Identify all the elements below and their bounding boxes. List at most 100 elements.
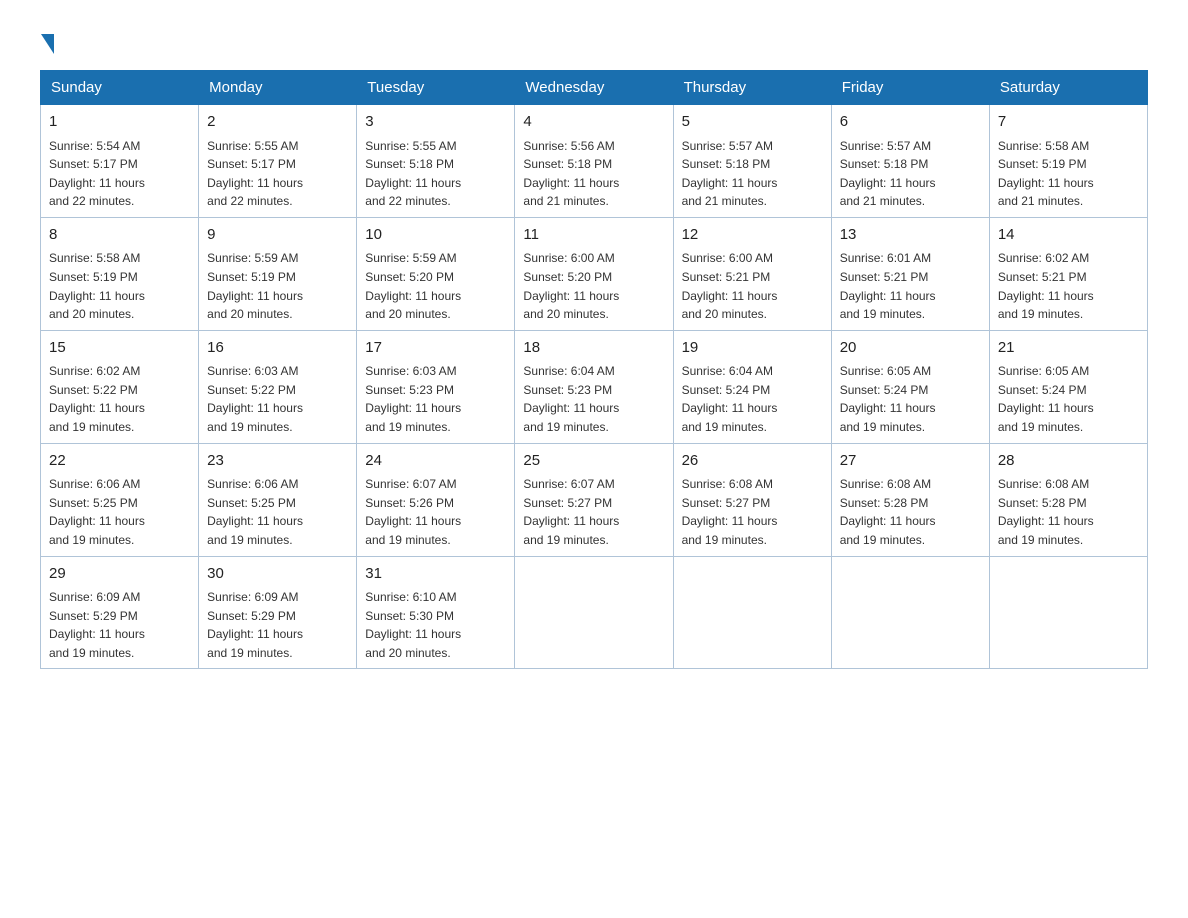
day-info: Sunrise: 6:07 AMSunset: 5:26 PMDaylight:… [365, 475, 506, 549]
day-number: 17 [365, 337, 506, 360]
day-info: Sunrise: 6:05 AMSunset: 5:24 PMDaylight:… [998, 362, 1139, 436]
day-info: Sunrise: 6:09 AMSunset: 5:29 PMDaylight:… [207, 588, 348, 662]
day-info: Sunrise: 6:08 AMSunset: 5:28 PMDaylight:… [998, 475, 1139, 549]
calendar-cell: 9Sunrise: 5:59 AMSunset: 5:19 PMDaylight… [199, 217, 357, 330]
day-info: Sunrise: 5:59 AMSunset: 5:19 PMDaylight:… [207, 249, 348, 323]
day-info: Sunrise: 6:08 AMSunset: 5:27 PMDaylight:… [682, 475, 823, 549]
logo [40, 30, 54, 50]
day-number: 24 [365, 450, 506, 473]
day-info: Sunrise: 6:03 AMSunset: 5:23 PMDaylight:… [365, 362, 506, 436]
calendar-cell: 4 Sunrise: 5:56 AMSunset: 5:18 PMDaylight… [515, 105, 673, 218]
calendar-cell: 12Sunrise: 6:00 AMSunset: 5:21 PMDayligh… [673, 217, 831, 330]
calendar-cell: 27Sunrise: 6:08 AMSunset: 5:28 PMDayligh… [831, 443, 989, 556]
day-number: 27 [840, 450, 981, 473]
calendar-cell: 22Sunrise: 6:06 AMSunset: 5:25 PMDayligh… [41, 443, 199, 556]
day-info: Sunrise: 5:54 AMSunset: 5:17 PMDaylight:… [49, 137, 190, 211]
day-number: 28 [998, 450, 1139, 473]
day-info: Sunrise: 6:04 AMSunset: 5:24 PMDaylight:… [682, 362, 823, 436]
calendar-header-tuesday: Tuesday [357, 71, 515, 105]
day-number: 13 [840, 224, 981, 247]
calendar-cell: 19Sunrise: 6:04 AMSunset: 5:24 PMDayligh… [673, 330, 831, 443]
day-info: Sunrise: 5:55 AMSunset: 5:18 PMDaylight:… [365, 137, 506, 211]
day-number: 31 [365, 563, 506, 586]
calendar-cell: 10Sunrise: 5:59 AMSunset: 5:20 PMDayligh… [357, 217, 515, 330]
calendar-cell: 3 Sunrise: 5:55 AMSunset: 5:18 PMDaylight… [357, 105, 515, 218]
day-number: 21 [998, 337, 1139, 360]
calendar-cell: 29Sunrise: 6:09 AMSunset: 5:29 PMDayligh… [41, 556, 199, 669]
day-number: 6 [840, 111, 981, 134]
calendar-cell: 21Sunrise: 6:05 AMSunset: 5:24 PMDayligh… [989, 330, 1147, 443]
day-number: 22 [49, 450, 190, 473]
day-info: Sunrise: 6:01 AMSunset: 5:21 PMDaylight:… [840, 249, 981, 323]
day-number: 2 [207, 111, 348, 134]
calendar-header-saturday: Saturday [989, 71, 1147, 105]
calendar-week-row: 15Sunrise: 6:02 AMSunset: 5:22 PMDayligh… [41, 330, 1148, 443]
calendar-cell: 30Sunrise: 6:09 AMSunset: 5:29 PMDayligh… [199, 556, 357, 669]
calendar-header-wednesday: Wednesday [515, 71, 673, 105]
calendar-header-row: SundayMondayTuesdayWednesdayThursdayFrid… [41, 71, 1148, 105]
day-number: 5 [682, 111, 823, 134]
day-info: Sunrise: 5:57 AMSunset: 5:18 PMDaylight:… [840, 137, 981, 211]
day-number: 3 [365, 111, 506, 134]
logo-arrow-icon [41, 34, 54, 54]
day-info: Sunrise: 6:02 AMSunset: 5:22 PMDaylight:… [49, 362, 190, 436]
calendar-cell [989, 556, 1147, 669]
day-info: Sunrise: 5:58 AMSunset: 5:19 PMDaylight:… [998, 137, 1139, 211]
calendar-cell: 23Sunrise: 6:06 AMSunset: 5:25 PMDayligh… [199, 443, 357, 556]
day-info: Sunrise: 5:56 AMSunset: 5:18 PMDaylight:… [523, 137, 664, 211]
calendar-cell: 2 Sunrise: 5:55 AMSunset: 5:17 PMDaylight… [199, 105, 357, 218]
calendar-cell: 8Sunrise: 5:58 AMSunset: 5:19 PMDaylight… [41, 217, 199, 330]
day-number: 16 [207, 337, 348, 360]
calendar-cell: 25Sunrise: 6:07 AMSunset: 5:27 PMDayligh… [515, 443, 673, 556]
calendar-cell: 20Sunrise: 6:05 AMSunset: 5:24 PMDayligh… [831, 330, 989, 443]
calendar-cell: 26Sunrise: 6:08 AMSunset: 5:27 PMDayligh… [673, 443, 831, 556]
calendar-cell: 5 Sunrise: 5:57 AMSunset: 5:18 PMDaylight… [673, 105, 831, 218]
day-info: Sunrise: 5:59 AMSunset: 5:20 PMDaylight:… [365, 249, 506, 323]
day-number: 25 [523, 450, 664, 473]
calendar-cell: 1Sunrise: 5:54 AMSunset: 5:17 PMDaylight… [41, 105, 199, 218]
day-info: Sunrise: 6:06 AMSunset: 5:25 PMDaylight:… [49, 475, 190, 549]
calendar-header-thursday: Thursday [673, 71, 831, 105]
day-number: 9 [207, 224, 348, 247]
day-number: 29 [49, 563, 190, 586]
calendar-cell: 15Sunrise: 6:02 AMSunset: 5:22 PMDayligh… [41, 330, 199, 443]
calendar-cell: 14Sunrise: 6:02 AMSunset: 5:21 PMDayligh… [989, 217, 1147, 330]
day-number: 11 [523, 224, 664, 247]
page-header [40, 30, 1148, 50]
calendar-header-sunday: Sunday [41, 71, 199, 105]
calendar-week-row: 8Sunrise: 5:58 AMSunset: 5:19 PMDaylight… [41, 217, 1148, 330]
calendar-header-monday: Monday [199, 71, 357, 105]
calendar-cell: 18Sunrise: 6:04 AMSunset: 5:23 PMDayligh… [515, 330, 673, 443]
day-number: 7 [998, 111, 1139, 134]
day-info: Sunrise: 6:02 AMSunset: 5:21 PMDaylight:… [998, 249, 1139, 323]
day-info: Sunrise: 6:00 AMSunset: 5:20 PMDaylight:… [523, 249, 664, 323]
calendar-cell: 11Sunrise: 6:00 AMSunset: 5:20 PMDayligh… [515, 217, 673, 330]
day-info: Sunrise: 5:57 AMSunset: 5:18 PMDaylight:… [682, 137, 823, 211]
day-number: 4 [523, 111, 664, 134]
calendar-week-row: 29Sunrise: 6:09 AMSunset: 5:29 PMDayligh… [41, 556, 1148, 669]
calendar-cell: 6 Sunrise: 5:57 AMSunset: 5:18 PMDaylight… [831, 105, 989, 218]
day-number: 10 [365, 224, 506, 247]
calendar-cell: 17Sunrise: 6:03 AMSunset: 5:23 PMDayligh… [357, 330, 515, 443]
day-info: Sunrise: 6:10 AMSunset: 5:30 PMDaylight:… [365, 588, 506, 662]
calendar-week-row: 1Sunrise: 5:54 AMSunset: 5:17 PMDaylight… [41, 105, 1148, 218]
day-info: Sunrise: 6:04 AMSunset: 5:23 PMDaylight:… [523, 362, 664, 436]
day-info: Sunrise: 6:07 AMSunset: 5:27 PMDaylight:… [523, 475, 664, 549]
day-number: 30 [207, 563, 348, 586]
calendar-cell: 16Sunrise: 6:03 AMSunset: 5:22 PMDayligh… [199, 330, 357, 443]
day-number: 19 [682, 337, 823, 360]
day-info: Sunrise: 5:55 AMSunset: 5:17 PMDaylight:… [207, 137, 348, 211]
day-info: Sunrise: 6:05 AMSunset: 5:24 PMDaylight:… [840, 362, 981, 436]
day-number: 8 [49, 224, 190, 247]
calendar-table: SundayMondayTuesdayWednesdayThursdayFrid… [40, 70, 1148, 669]
calendar-cell [831, 556, 989, 669]
day-info: Sunrise: 6:06 AMSunset: 5:25 PMDaylight:… [207, 475, 348, 549]
day-number: 15 [49, 337, 190, 360]
calendar-cell [673, 556, 831, 669]
day-info: Sunrise: 6:08 AMSunset: 5:28 PMDaylight:… [840, 475, 981, 549]
day-info: Sunrise: 6:03 AMSunset: 5:22 PMDaylight:… [207, 362, 348, 436]
day-info: Sunrise: 6:09 AMSunset: 5:29 PMDaylight:… [49, 588, 190, 662]
calendar-header-friday: Friday [831, 71, 989, 105]
day-info: Sunrise: 6:00 AMSunset: 5:21 PMDaylight:… [682, 249, 823, 323]
day-number: 26 [682, 450, 823, 473]
